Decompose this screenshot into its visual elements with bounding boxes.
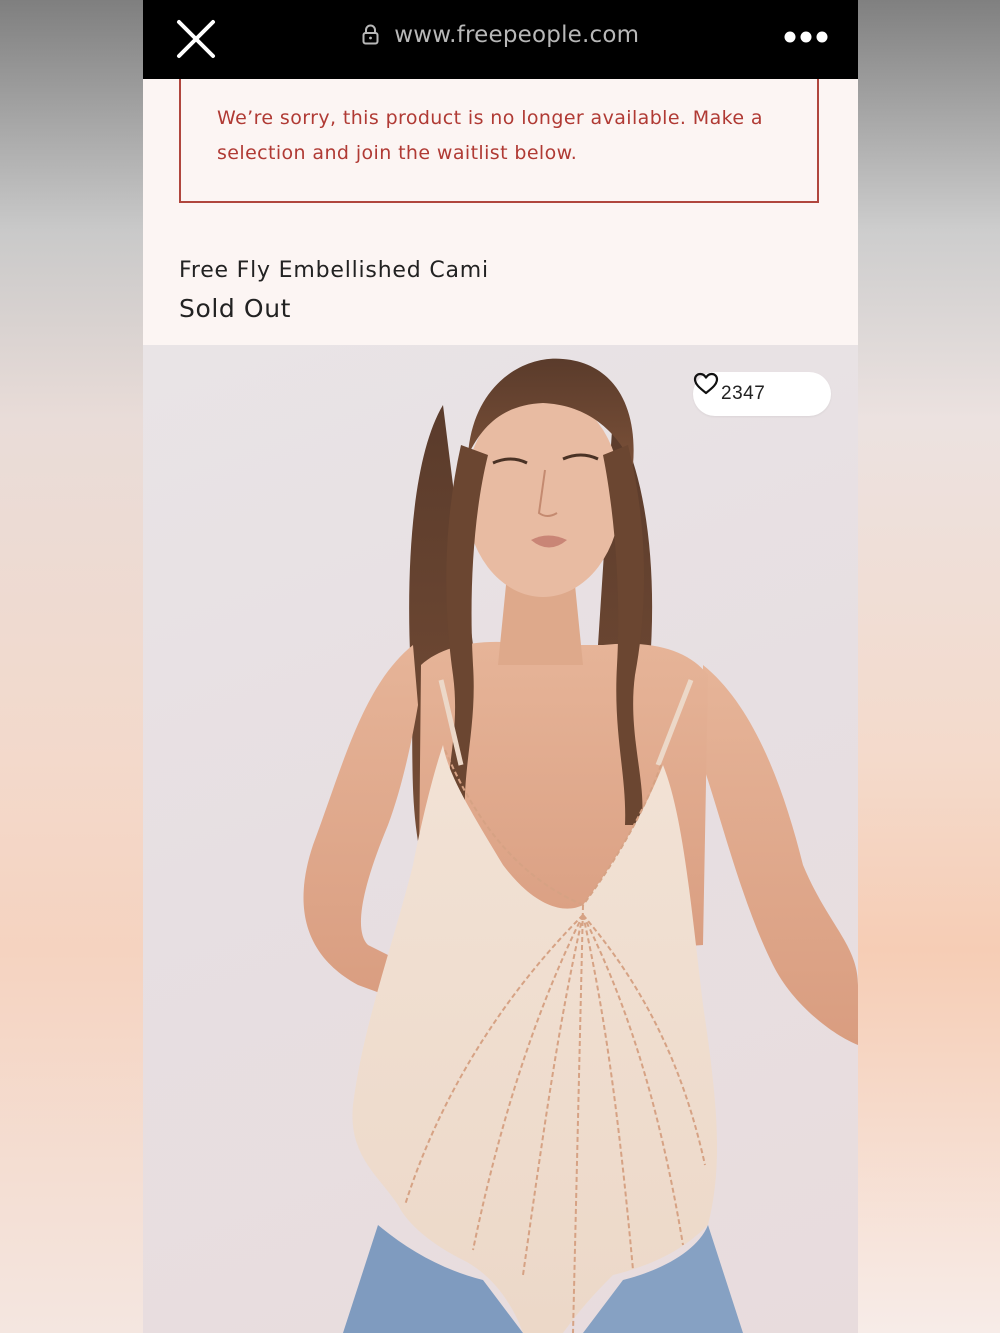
alert-text-line-2: selection and join the waitlist below.: [217, 142, 578, 164]
url-display[interactable]: www.freepeople.com: [143, 22, 858, 48]
heart-icon: [693, 372, 719, 395]
lock-icon: [362, 24, 379, 45]
browser-viewport: www.freepeople.com We’re sorry, this pro…: [143, 0, 858, 1333]
url-text: www.freepeople.com: [394, 22, 640, 48]
product-status: Sold Out: [179, 294, 292, 323]
unavailable-alert: We’re sorry, this product is no longer a…: [179, 79, 819, 203]
product-image[interactable]: 2347: [143, 345, 858, 1333]
more-horizontal-icon[interactable]: [784, 30, 828, 44]
browser-url-bar: www.freepeople.com: [143, 0, 858, 79]
alert-text-line-1: We’re sorry, this product is no longer a…: [217, 107, 763, 129]
like-button[interactable]: 2347: [693, 372, 831, 416]
like-count: 2347: [721, 383, 766, 404]
background-blur-left: [0, 0, 143, 1333]
product-name: Free Fly Embellished Cami: [179, 258, 489, 283]
product-photo-illustration: [303, 358, 858, 1333]
background-blur-right: [857, 0, 1000, 1333]
